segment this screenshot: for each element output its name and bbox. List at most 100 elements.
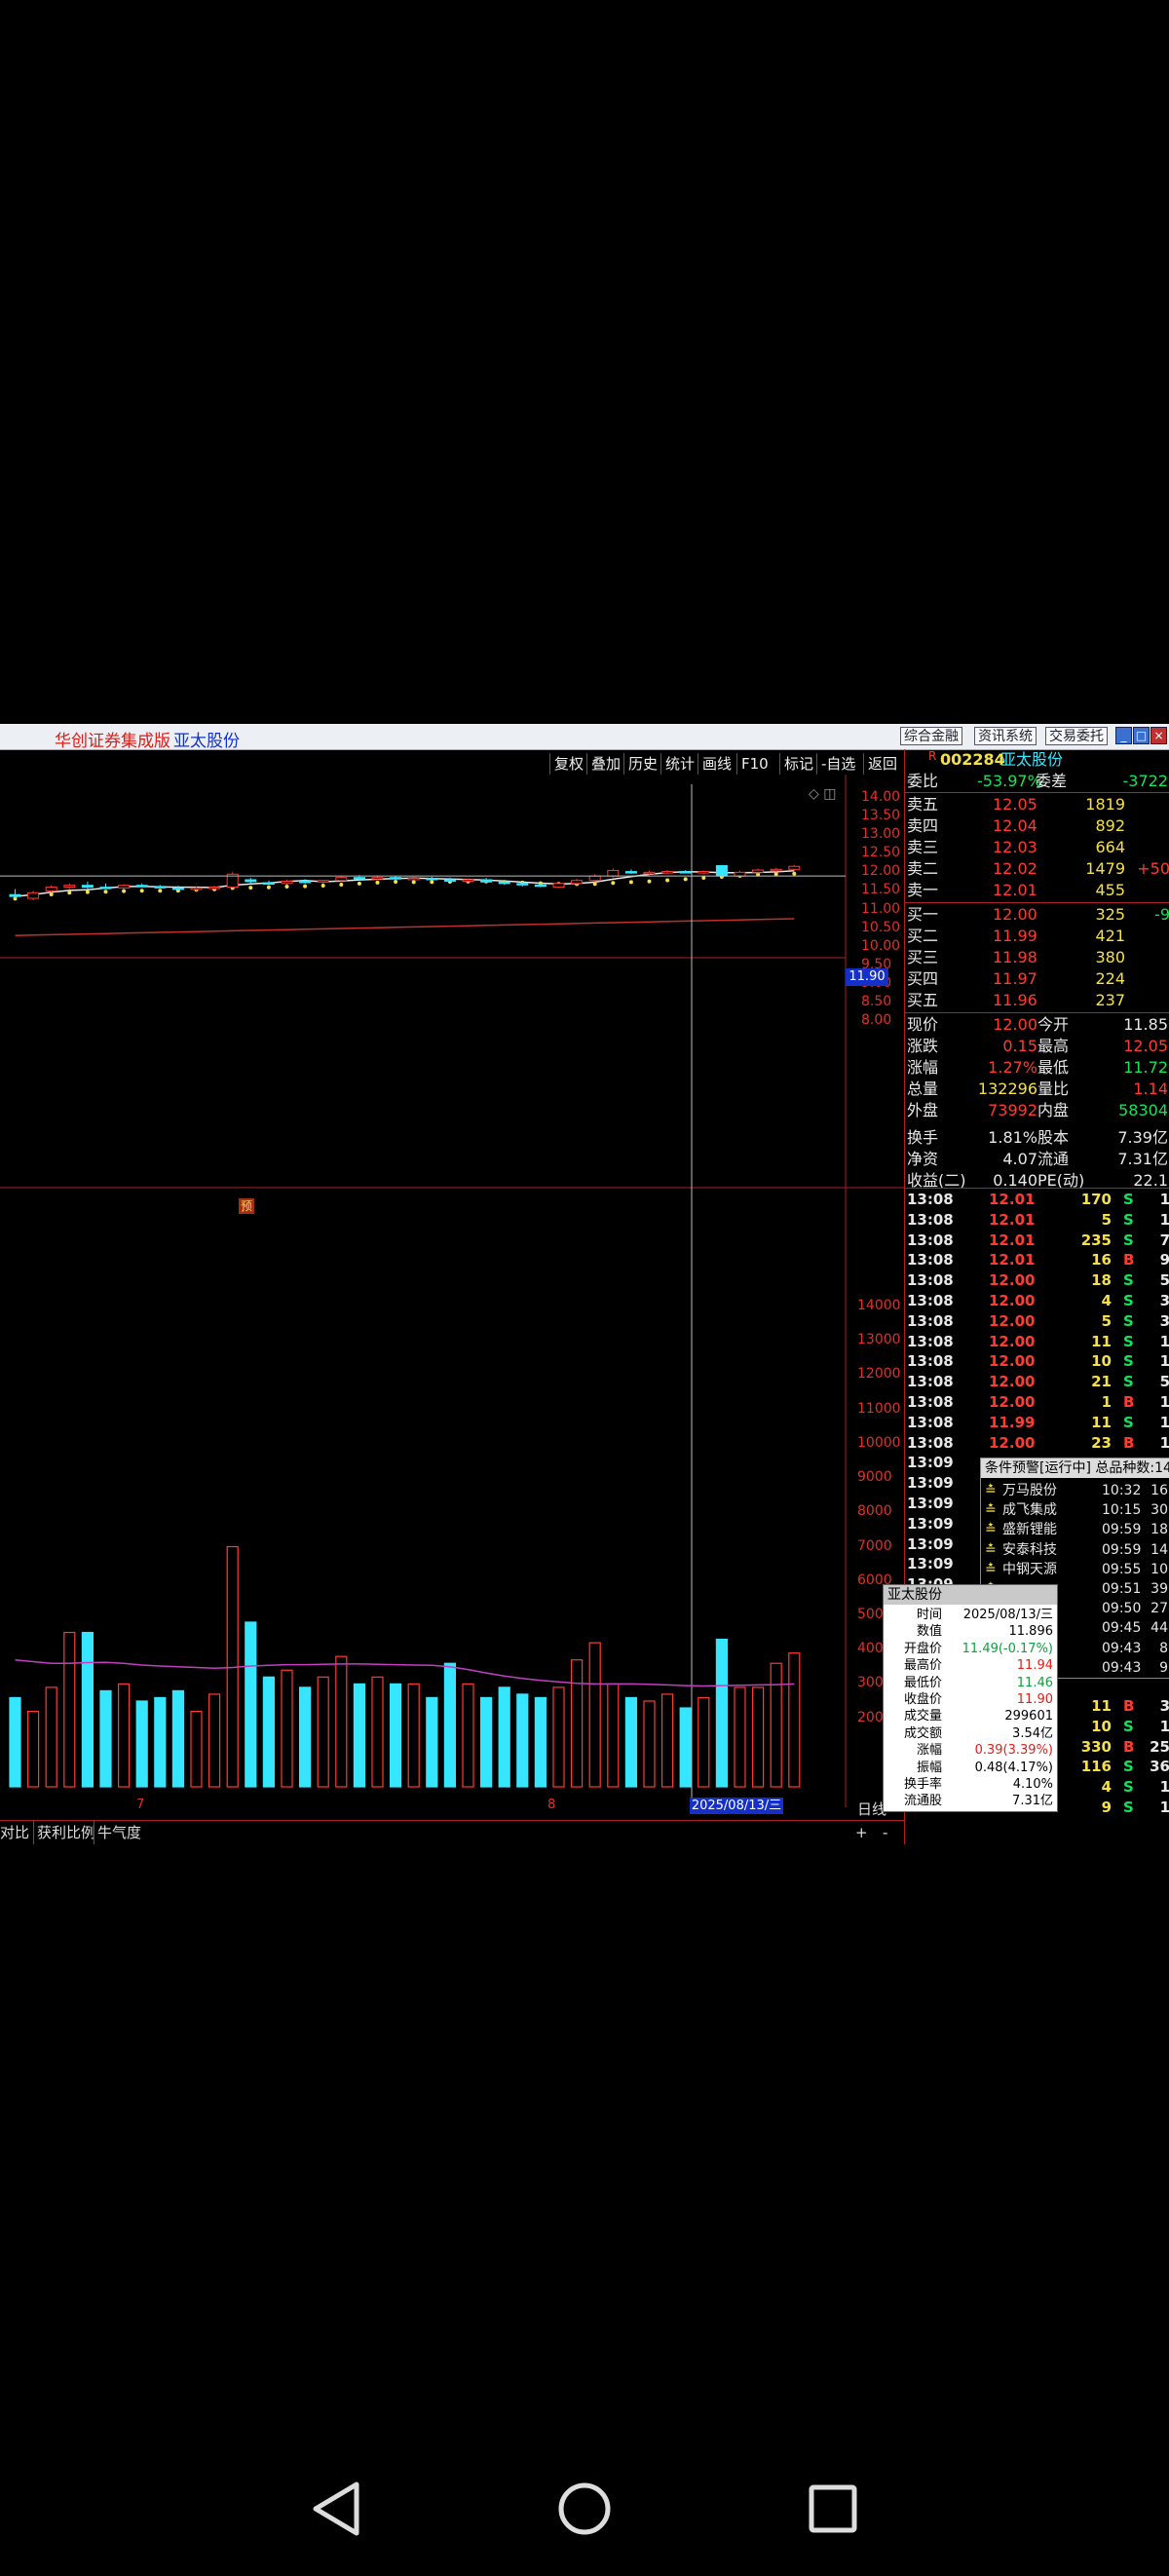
close-icon[interactable]: × bbox=[1150, 727, 1167, 744]
ma-dot bbox=[792, 871, 797, 876]
volume-bar bbox=[27, 1710, 40, 1788]
ask-volume: 892 bbox=[1095, 816, 1125, 835]
candle-body bbox=[154, 886, 167, 889]
tick-price: 12.00 bbox=[989, 1271, 1036, 1290]
price-tick-label: 14.00 bbox=[861, 789, 901, 805]
bid-volume: 325 bbox=[1095, 905, 1125, 924]
chart-area[interactable]: 14.00 13.50 13.00 12.50 12.00 11.50 11.00 10.50… bbox=[0, 775, 904, 1814]
bid-change: -9 bbox=[1154, 905, 1169, 924]
tick-count: 5 bbox=[1159, 1373, 1169, 1391]
tab-compare[interactable]: 对比 bbox=[0, 1821, 29, 1844]
tooltip-label: 开盘价 bbox=[903, 1641, 942, 1656]
tick-volume: 11 bbox=[1091, 1413, 1112, 1431]
tool-f10[interactable]: F10 bbox=[736, 753, 773, 775]
restore-icon[interactable]: □ bbox=[1133, 727, 1150, 744]
stat-label: 总量 bbox=[907, 1080, 939, 1098]
tick-price: 12.01 bbox=[989, 1191, 1036, 1208]
tick-time: 13:08 bbox=[907, 1352, 954, 1371]
news-system-button[interactable]: 资讯系统 bbox=[974, 727, 1037, 745]
tick-side: B bbox=[1123, 1697, 1135, 1715]
stat-value: 1.81% bbox=[988, 1128, 1037, 1147]
candle-body bbox=[552, 883, 565, 889]
volume-bar bbox=[588, 1642, 601, 1788]
candle-body bbox=[770, 868, 782, 872]
tick-volume: 10 bbox=[1091, 1717, 1112, 1735]
candle-body bbox=[118, 885, 131, 889]
tooltip-value: 11.90 bbox=[1016, 1692, 1053, 1707]
tick-side: S bbox=[1123, 1413, 1134, 1431]
minimize-icon[interactable]: _ bbox=[1115, 727, 1132, 744]
candle-body bbox=[698, 871, 710, 874]
back-icon[interactable] bbox=[313, 2481, 359, 2536]
tick-volume: 18 bbox=[1091, 1271, 1112, 1290]
stat-label: 涨幅 bbox=[907, 1058, 939, 1077]
x-label-8: 8 bbox=[547, 1798, 556, 1812]
finance-button[interactable]: 综合金融 bbox=[900, 727, 962, 745]
bid-price: 11.98 bbox=[993, 948, 1037, 966]
alert-count: 14 bbox=[1150, 1541, 1168, 1558]
ma-dot bbox=[411, 880, 416, 885]
alert-count: 18 bbox=[1150, 1522, 1168, 1538]
tooltip-value: 0.48(4.17%) bbox=[974, 1760, 1053, 1775]
weibi-label: 委比 bbox=[907, 772, 939, 790]
ask-label: 卖五 bbox=[907, 795, 939, 814]
tick-count: 1 bbox=[1159, 1210, 1169, 1229]
recents-icon[interactable] bbox=[809, 2484, 857, 2533]
stat-row: 外盘 73992 内盘 58304 bbox=[905, 1100, 1169, 1121]
ask-price: 12.05 bbox=[993, 795, 1037, 814]
tick-row: 13:08 12.00 11 S 1 bbox=[905, 1332, 1169, 1352]
tooltip-value: 3.54亿 bbox=[1012, 1725, 1053, 1741]
candle-body bbox=[208, 887, 221, 890]
alert-item: ≛ 盛新锂能 09:59 18 bbox=[981, 1519, 1169, 1540]
tick-side: B bbox=[1123, 1737, 1135, 1756]
kline-svg[interactable] bbox=[0, 775, 904, 1811]
stock-code: 002284 bbox=[940, 750, 1005, 769]
tool-history[interactable]: 历史 bbox=[623, 753, 661, 775]
volume-tick-label: 9000 bbox=[857, 1469, 892, 1486]
tick-row: 13:08 12.01 170 S 1 bbox=[905, 1190, 1169, 1210]
tick-volume: 235 bbox=[1080, 1231, 1112, 1249]
candle-body bbox=[262, 882, 275, 886]
stock-title: 亚太股份 bbox=[173, 732, 240, 751]
ask-volume: 1819 bbox=[1085, 795, 1125, 814]
tab-bull-index[interactable]: 牛气度 bbox=[94, 1821, 141, 1844]
tick-row: 13:08 12.00 5 S 3 bbox=[905, 1311, 1169, 1332]
app-title: 华创证券集成版 bbox=[55, 732, 170, 751]
tab-profit-ratio[interactable]: 获利比例 bbox=[33, 1821, 95, 1844]
ma-dot bbox=[266, 885, 271, 890]
tick-time: 13:09 bbox=[907, 1555, 954, 1573]
alert-count: 16 bbox=[1150, 1483, 1168, 1498]
alert-bell-icon: ≛ bbox=[985, 1522, 997, 1538]
tooltip-row: 数值 11.896 bbox=[884, 1623, 1057, 1640]
stat-row: 净资 4.07 流通 7.31亿 bbox=[905, 1149, 1169, 1170]
tick-count: 3 bbox=[1159, 1292, 1169, 1309]
tick-count: 36 bbox=[1150, 1758, 1169, 1776]
alert-item: ≛ 中钢天源 09:55 10 bbox=[981, 1559, 1169, 1580]
volume-bar bbox=[607, 1683, 620, 1788]
tool-stats[interactable]: 统计 bbox=[660, 753, 698, 775]
volume-bar bbox=[245, 1621, 257, 1788]
bid-volume: 237 bbox=[1095, 991, 1125, 1009]
trade-order-button[interactable]: 交易委托 bbox=[1045, 727, 1108, 745]
candle-body bbox=[45, 887, 57, 891]
home-icon[interactable] bbox=[558, 2482, 611, 2535]
tick-volume: 116 bbox=[1080, 1758, 1112, 1776]
tick-count: 1 bbox=[1159, 1393, 1169, 1411]
tool-remove-favorite[interactable]: -自选 bbox=[816, 753, 859, 775]
tool-overlay[interactable]: 叠加 bbox=[586, 753, 624, 775]
zoom-out-button[interactable]: - bbox=[883, 1821, 887, 1844]
stock-header: R 002284 亚太股份 bbox=[928, 749, 1064, 769]
tool-drawline[interactable]: 画线 bbox=[698, 753, 735, 775]
volume-bar bbox=[426, 1696, 438, 1788]
tool-back[interactable]: 返回 bbox=[863, 753, 901, 775]
tool-mark[interactable]: 标记 bbox=[779, 753, 817, 775]
stat-row: 涨幅 1.27% 最低 11.72 bbox=[905, 1057, 1169, 1079]
alert-count: 30 bbox=[1150, 1502, 1168, 1519]
chart-options-icon[interactable]: ◇ ◫ bbox=[809, 786, 836, 802]
volume-bar bbox=[63, 1631, 76, 1788]
zoom-in-button[interactable]: + bbox=[855, 1821, 868, 1844]
tool-fuquan[interactable]: 复权 bbox=[549, 753, 587, 775]
tick-time: 13:08 bbox=[907, 1433, 954, 1452]
price-tick-label: 11.50 bbox=[861, 882, 901, 898]
candle-body bbox=[516, 883, 529, 886]
